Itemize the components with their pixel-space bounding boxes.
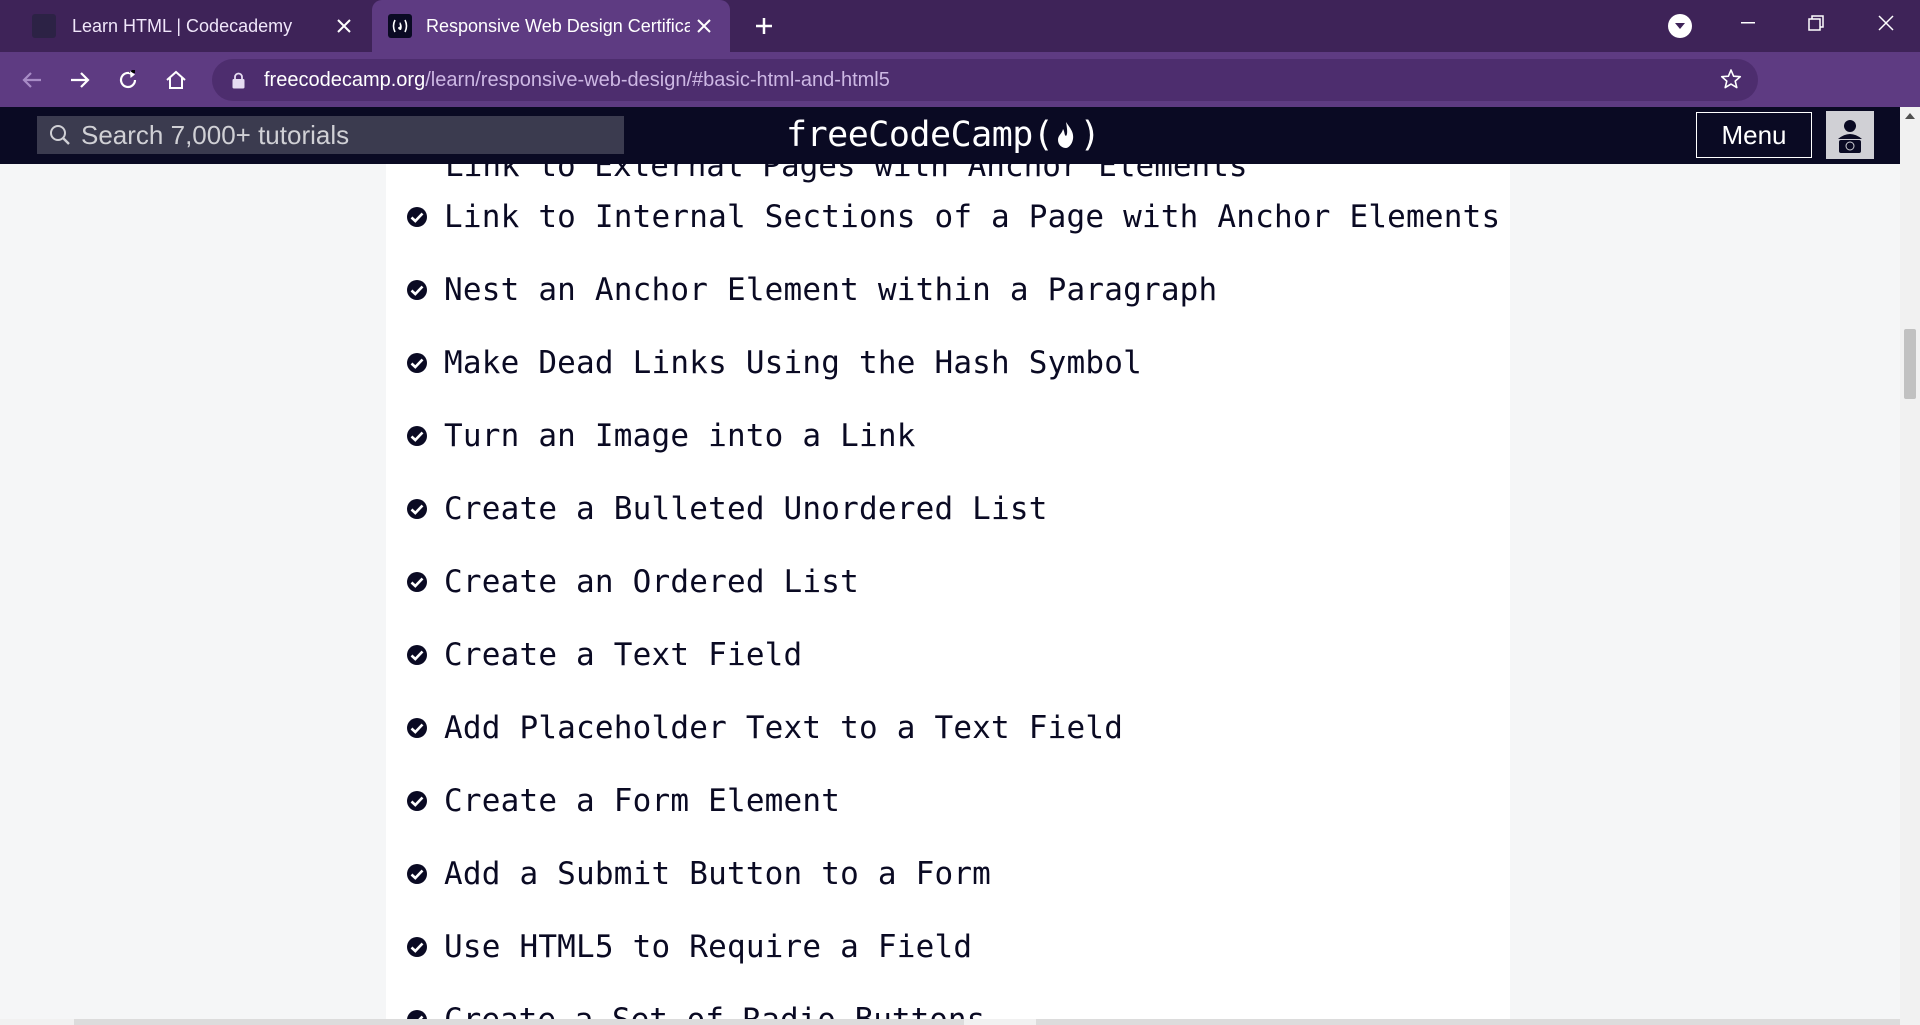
lesson-item-partial[interactable]: Create a Set of Radio Buttons <box>406 1002 985 1019</box>
tab-search-chevron-icon[interactable] <box>1668 14 1692 38</box>
lesson-label: Add a Submit Button to a Form <box>444 855 992 892</box>
forward-arrow-icon[interactable] <box>62 62 98 98</box>
scrollbar-thumb[interactable] <box>74 1019 964 1025</box>
minimize-icon[interactable] <box>1718 0 1778 46</box>
lesson-label: Link to Internal Sections of a Page with… <box>444 198 1501 235</box>
scroll-up-arrow-icon[interactable] <box>1905 113 1915 119</box>
home-icon[interactable] <box>158 62 194 98</box>
lesson-item[interactable]: Add a Submit Button to a Form <box>406 837 1496 910</box>
back-arrow-icon[interactable] <box>14 62 50 98</box>
scrollbar-thumb[interactable] <box>1904 329 1916 399</box>
logo-text-right: ) <box>1079 115 1101 155</box>
lesson-label: Turn an Image into a Link <box>444 417 916 454</box>
lesson-label: Create a Set of Radio Buttons <box>444 1002 985 1019</box>
lesson-item[interactable]: Nest an Anchor Element within a Paragrap… <box>406 253 1496 326</box>
lesson-item[interactable]: Create a Bulleted Unordered List <box>406 472 1496 545</box>
lesson-label: Add Placeholder Text to a Text Field <box>444 709 1124 746</box>
check-circle-icon <box>406 790 428 812</box>
check-circle-icon <box>406 279 428 301</box>
flame-icon <box>1055 120 1077 150</box>
tab-title: Responsive Web Design Certificat <box>426 15 690 36</box>
check-circle-icon <box>406 863 428 885</box>
check-circle-icon <box>406 206 428 228</box>
scrollbar-thumb[interactable] <box>1036 1019 1900 1025</box>
lesson-label: Make Dead Links Using the Hash Symbol <box>444 344 1142 381</box>
menu-button[interactable]: Menu <box>1696 112 1812 158</box>
check-circle-icon <box>406 571 428 593</box>
check-circle-icon <box>406 1009 428 1019</box>
tab-codecademy[interactable]: Learn HTML | Codecademy <box>0 0 370 52</box>
lesson-item[interactable]: Use HTML5 to Require a Field <box>406 910 1496 983</box>
close-icon[interactable] <box>690 12 718 40</box>
check-circle-icon <box>406 498 428 520</box>
reload-icon[interactable] <box>110 62 146 98</box>
lesson-item[interactable]: Create a Text Field <box>406 618 1496 691</box>
vertical-scrollbar[interactable] <box>1900 107 1920 1019</box>
check-circle-icon <box>406 352 428 374</box>
lesson-item[interactable]: Create an Ordered List <box>406 545 1496 618</box>
logo-text-left: freeCodeCamp( <box>786 115 1054 155</box>
lesson-label: Create a Form Element <box>444 782 841 819</box>
check-circle-icon <box>406 717 428 739</box>
lock-icon[interactable] <box>228 72 248 89</box>
search-input[interactable]: Search 7,000+ tutorials <box>37 116 624 154</box>
lesson-label: Create a Bulleted Unordered List <box>444 490 1048 527</box>
user-avatar[interactable] <box>1826 111 1874 159</box>
search-icon <box>49 124 71 146</box>
close-icon[interactable] <box>330 12 358 40</box>
search-placeholder: Search 7,000+ tutorials <box>81 119 350 150</box>
codecademy-favicon-icon <box>32 14 56 38</box>
lesson-panel: Link to External Pages with Anchor Eleme… <box>386 164 1510 1019</box>
url-path: /learn/responsive-web-design/#basic-html… <box>425 68 890 91</box>
lesson-item[interactable]: Add Placeholder Text to a Text Field <box>406 691 1496 764</box>
check-circle-icon <box>406 644 428 666</box>
lesson-item[interactable]: Turn an Image into a Link <box>406 399 1496 472</box>
lesson-item[interactable]: Create a Form Element <box>406 764 1496 837</box>
lesson-label: Nest an Anchor Element within a Paragrap… <box>444 271 1218 308</box>
bookmark-star-icon[interactable] <box>1720 68 1742 95</box>
lesson-item[interactable]: Link to Internal Sections of a Page with… <box>406 180 1500 253</box>
browser-tabstrip: Learn HTML | Codecademy Responsive Web D… <box>0 0 1920 52</box>
browser-toolbar: freecodecamp.org/learn/responsive-web-de… <box>0 52 1920 146</box>
horizontal-scrollbar[interactable] <box>0 1019 1920 1025</box>
fcc-navbar: Search 7,000+ tutorials freeCodeCamp( ) … <box>0 107 1900 164</box>
window-close-icon[interactable] <box>1856 0 1916 46</box>
page-viewport: Link to External Pages with Anchor Eleme… <box>0 164 1900 1019</box>
fcc-logo[interactable]: freeCodeCamp( ) <box>786 111 1101 159</box>
new-tab-plus-icon[interactable] <box>748 10 780 42</box>
tab-freecodecamp[interactable]: Responsive Web Design Certificat <box>372 0 730 52</box>
lesson-label: Use HTML5 to Require a Field <box>444 928 973 965</box>
lesson-label: Create an Ordered List <box>444 563 859 600</box>
url-domain: freecodecamp.org <box>264 68 426 91</box>
fcc-favicon-icon <box>388 14 412 38</box>
lesson-item[interactable]: Make Dead Links Using the Hash Symbol <box>406 326 1496 399</box>
check-circle-icon <box>406 936 428 958</box>
tab-title: Learn HTML | Codecademy <box>72 15 293 36</box>
restore-icon[interactable] <box>1786 0 1846 46</box>
lesson-list: Link to Internal Sections of a Page with… <box>406 180 1500 983</box>
lesson-label: Create a Text Field <box>444 636 803 673</box>
url-text: freecodecamp.org/learn/responsive-web-de… <box>264 69 890 92</box>
check-circle-icon <box>406 425 428 447</box>
address-bar[interactable]: freecodecamp.org/learn/responsive-web-de… <box>212 59 1758 101</box>
